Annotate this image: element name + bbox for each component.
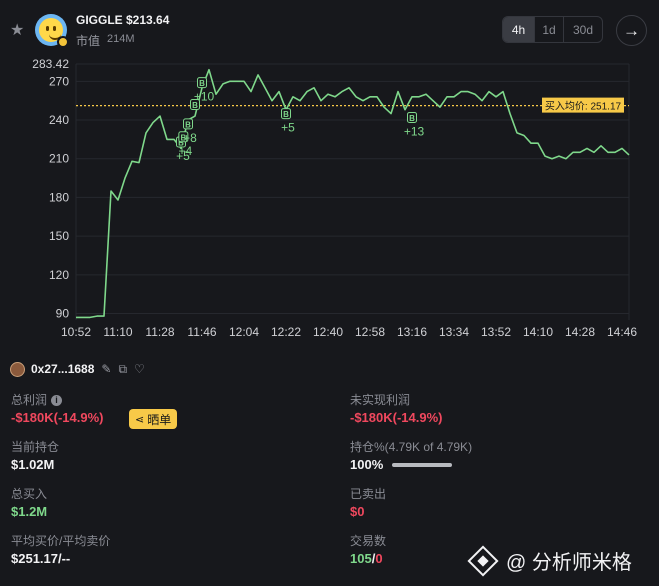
- x-tick-label: 12:40: [313, 325, 343, 339]
- avg-buy-label: 买入均价: 251.17: [545, 101, 622, 113]
- y-max-label: 283.42: [32, 57, 69, 71]
- tag-icon[interactable]: ♡: [134, 362, 145, 376]
- holding-pct-value: 100%: [350, 457, 384, 472]
- wallet-address[interactable]: 0x27...1688: [31, 362, 94, 376]
- watermark-text: @ 分析师米格: [506, 552, 632, 574]
- buy-count-label: +4: [178, 144, 192, 158]
- y-tick-label: 120: [49, 268, 69, 282]
- sold-label: 已卖出: [350, 487, 387, 501]
- buy-count-label: +13: [404, 124, 425, 138]
- avg-price-value: $251.17/--: [11, 551, 71, 566]
- unrealized-pnl-label: 未实现利润: [350, 393, 411, 407]
- buy-marker-glyph: B: [199, 79, 205, 88]
- x-tick-label: 14:28: [565, 325, 595, 339]
- total-pnl-label: 总利润 i: [11, 391, 63, 408]
- x-tick-label: 11:28: [145, 325, 174, 339]
- x-tick-label: 13:52: [481, 325, 511, 339]
- buy-count-label: +8: [183, 131, 197, 145]
- y-tick-label: 240: [49, 113, 69, 127]
- holding-value: $1.02M: [11, 457, 55, 472]
- range-1d-button[interactable]: 1d: [535, 17, 564, 42]
- trades-label: 交易数: [350, 534, 387, 548]
- total-buy-label: 总买入: [11, 487, 48, 501]
- wallet-row: 0x27...1688 ✎ ⧉ ♡: [10, 360, 145, 378]
- x-tick-label: 13:34: [439, 325, 469, 339]
- holding-pct-label: 持仓%(4.79K of 4.79K): [350, 440, 473, 454]
- info-icon[interactable]: i: [51, 395, 63, 406]
- y-tick-label: 210: [49, 152, 69, 166]
- range-30d-button[interactable]: 30d: [564, 17, 602, 42]
- x-tick-label: 11:46: [187, 325, 216, 339]
- token-avatar: [35, 14, 69, 48]
- unrealized-pnl-value: -$180K(-14.9%): [350, 410, 443, 425]
- x-tick-label: 10:52: [61, 325, 91, 339]
- star-icon[interactable]: ★: [10, 20, 24, 40]
- x-tick-label: 11:10: [103, 325, 132, 339]
- x-tick-label: 12:04: [229, 325, 259, 339]
- chain-badge-icon: [57, 36, 69, 48]
- price-chart: 90 120 150 180 210 240 270 283.42 10:52 11:10 11:2…: [0, 56, 659, 344]
- total-pnl-value: -$180K(-14.9%): [11, 410, 104, 425]
- buy-marker-glyph: B: [185, 120, 191, 129]
- holding-pct-fill: [392, 463, 452, 467]
- token-header: ★ GIGGLE $213.64 市值 214M 4h 1d 30d →: [0, 0, 659, 56]
- pencil-icon[interactable]: ✎: [101, 362, 111, 376]
- price-chart-svg: 90 120 150 180 210 240 270 283.42 10:52 11:10 11:2…: [32, 57, 637, 339]
- binance-logo-icon: [467, 544, 499, 577]
- token-price: $213.64: [126, 13, 170, 27]
- share-button-label: 晒单: [147, 412, 172, 427]
- range-4h-button[interactable]: 4h: [503, 17, 535, 42]
- watermark: @ 分析师米格: [467, 544, 632, 577]
- total-buy-value: $1.2M: [11, 504, 48, 519]
- avg-price-label: 平均买价/平均卖价: [11, 534, 111, 548]
- x-tick-label: 14:46: [607, 325, 637, 339]
- trades-value: 105/0: [350, 551, 383, 566]
- y-tick-label: 270: [49, 74, 69, 88]
- holding-label: 当前持仓: [11, 440, 60, 454]
- x-tick-label: 12:58: [355, 325, 385, 339]
- buy-marker-glyph: B: [409, 114, 415, 123]
- copy-icon[interactable]: ⧉: [118, 362, 127, 377]
- time-range-selector: 4h 1d 30d: [502, 16, 603, 43]
- share-icon: ⋖: [135, 413, 145, 426]
- x-tick-label: 12:22: [271, 325, 301, 339]
- sold-value: $0: [350, 504, 365, 519]
- y-tick-label: 150: [49, 229, 69, 243]
- x-tick-label: 13:16: [397, 325, 427, 339]
- market-cap-label: 市值: [76, 34, 101, 48]
- y-tick-label: 180: [49, 190, 69, 204]
- market-cap-value: 214M: [107, 33, 135, 45]
- buy-count-label: +5: [281, 121, 295, 135]
- buy-marker-glyph: B: [283, 110, 289, 119]
- token-name: GIGGLE: [76, 13, 123, 27]
- wallet-avatar: [10, 361, 25, 377]
- y-tick-label: 90: [56, 307, 70, 321]
- x-tick-label: 14:10: [523, 325, 553, 339]
- share-button[interactable]: ⋖ 晒单: [129, 409, 178, 429]
- buy-count-label: +10: [194, 90, 215, 104]
- holding-pct-bar: [392, 463, 452, 467]
- arrow-right-icon[interactable]: →: [616, 15, 647, 46]
